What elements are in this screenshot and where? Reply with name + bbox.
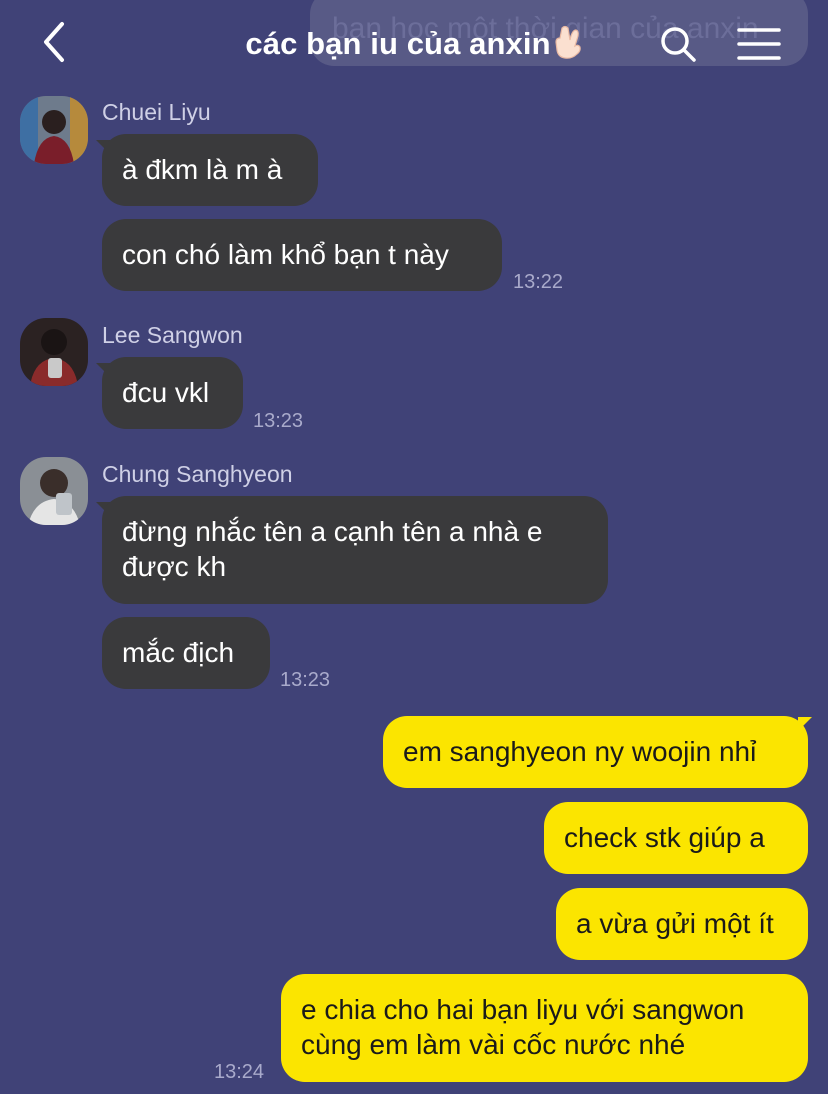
my-message-bubble[interactable]: e chia cho hai bạn liyu với sangwon cùng… <box>281 974 808 1082</box>
chat-title: các bạn iu của anxin <box>0 24 828 68</box>
avatar-photo <box>20 318 88 386</box>
search-icon <box>661 27 696 62</box>
message-bubble[interactable]: à đkm là m à <box>102 134 318 206</box>
message-time: 13:23 <box>253 410 304 432</box>
my-message-bubble[interactable]: check stk giúp a <box>544 802 808 874</box>
message-line: được kh <box>122 551 227 582</box>
search-button[interactable] <box>658 24 698 64</box>
message-line: cùng em làm vài cốc nước nhé <box>301 1029 686 1060</box>
avatar-photo <box>20 457 88 525</box>
hamburger-menu-icon <box>737 28 781 60</box>
sender-name: Chuei Liyu <box>102 99 211 125</box>
avatar-photo <box>20 96 88 164</box>
sender-name: Lee Sangwon <box>102 322 243 348</box>
message-time: 13:22 <box>513 271 564 293</box>
chat-header: các bạn iu của anxin <box>0 0 828 90</box>
message-time: 13:24 <box>214 1061 265 1083</box>
message-bubble[interactable]: đừng nhắc tên a cạnh tên a nhà e được kh <box>102 496 608 604</box>
message-line: đừng nhắc tên a cạnh tên a nhà e <box>122 516 543 547</box>
message-bubble[interactable]: con chó làm khổ bạn t này <box>102 219 502 291</box>
avatar-chung-sanghyeon[interactable] <box>20 457 88 525</box>
sender-name: Chung Sanghyeon <box>102 461 293 487</box>
message-time: 13:23 <box>280 669 331 691</box>
my-message-bubble[interactable]: em sanghyeon ny woojin nhỉ <box>383 716 808 788</box>
chat-screen: bạn học một thời gian của anxin các bạn … <box>0 0 828 1094</box>
message-line: e chia cho hai bạn liyu với sangwon <box>301 994 745 1025</box>
avatar-chuei-liyu[interactable] <box>20 96 88 164</box>
my-message-bubble[interactable]: a vừa gửi một ít <box>556 888 808 960</box>
message-bubble[interactable]: mắc địch <box>102 617 270 689</box>
crossed-fingers-emoji-icon <box>553 24 583 68</box>
message-bubble[interactable]: đcu vkl <box>102 357 243 429</box>
avatar-lee-sangwon[interactable] <box>20 318 88 386</box>
menu-button[interactable] <box>737 26 781 62</box>
chat-title-text: các bạn iu của anxin <box>245 26 551 61</box>
